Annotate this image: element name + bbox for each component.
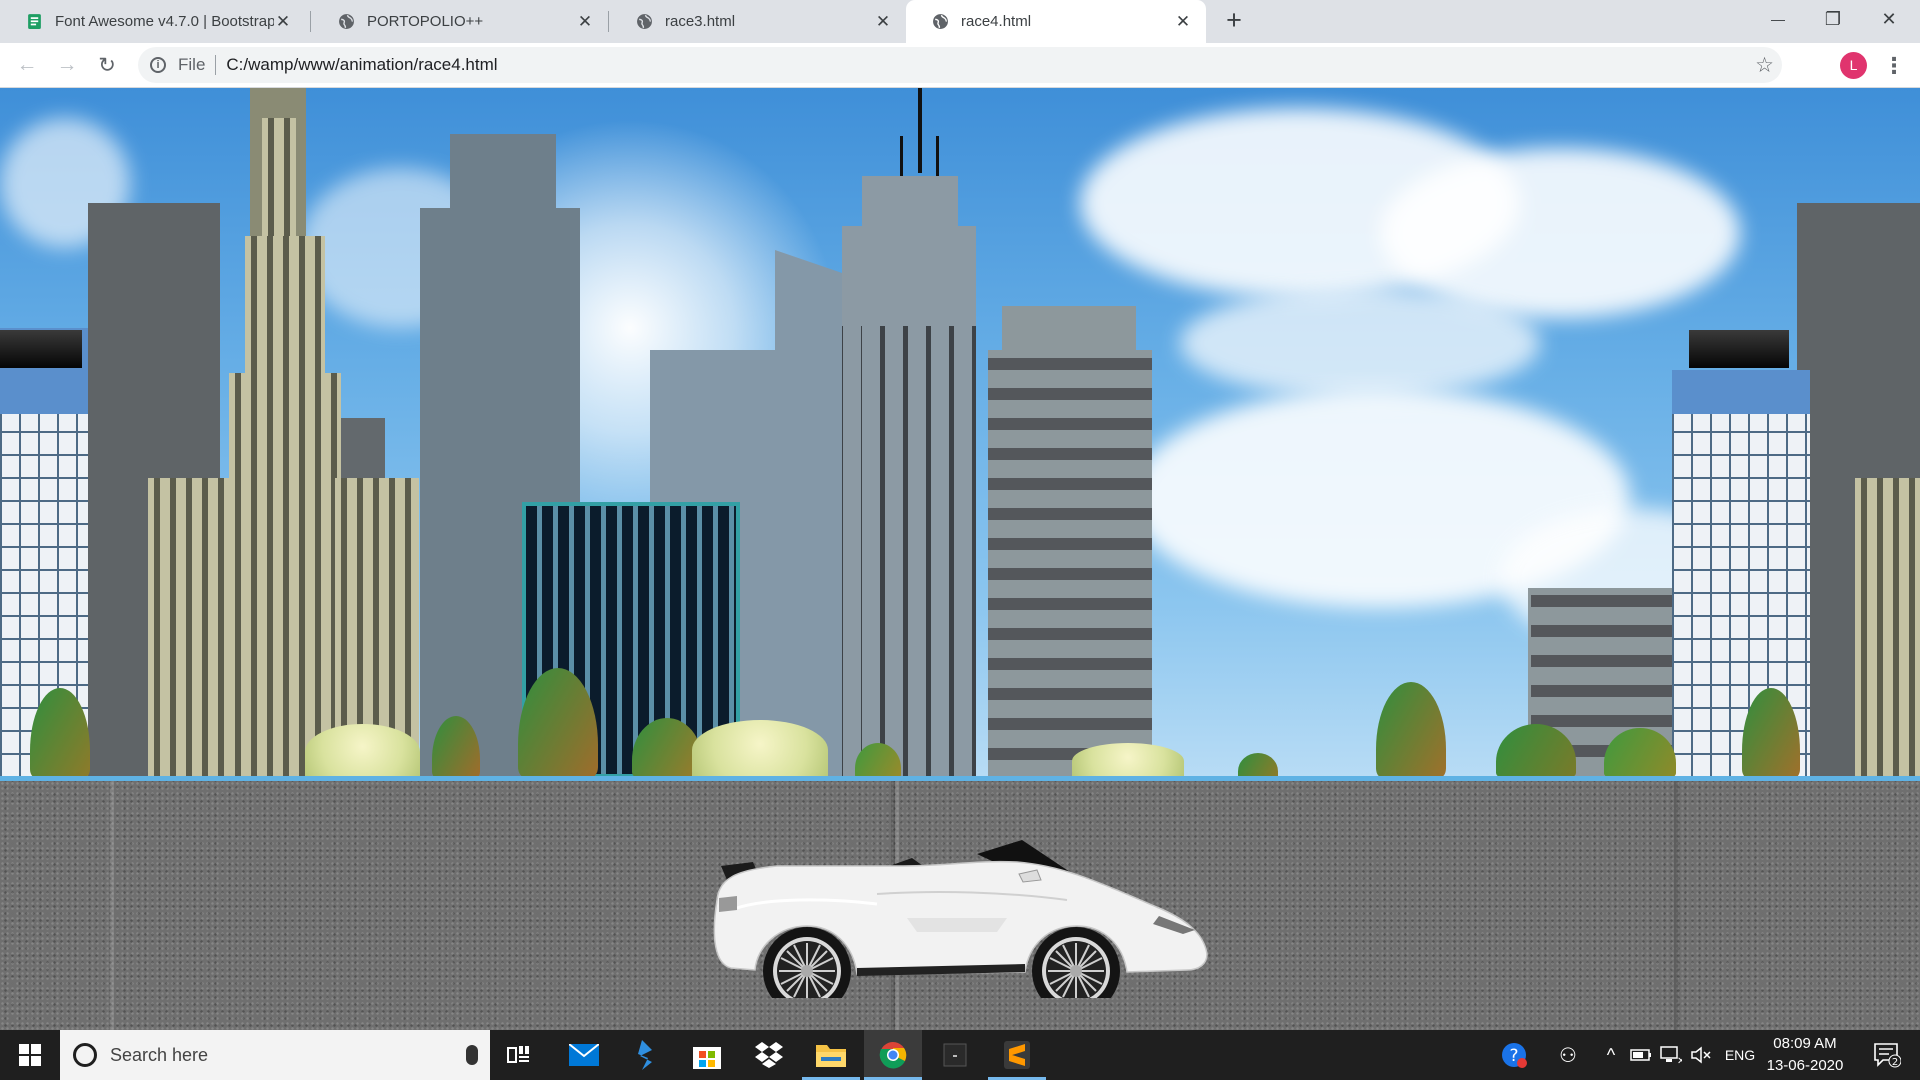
globe-icon [933,14,948,29]
antenna [900,136,903,178]
taskbar-search-box[interactable]: Search here [60,1030,490,1080]
forward-button[interactable]: → [51,49,83,81]
profile-avatar[interactable]: L [1840,52,1867,79]
tab-close-icon[interactable]: ✕ [1174,12,1192,32]
tab-race4[interactable]: race4.html ✕ [906,0,1206,43]
mail-icon[interactable] [555,1030,613,1080]
help-icon[interactable]: ? [1496,1030,1532,1080]
back-button[interactable]: ← [11,49,43,81]
chrome-icon[interactable] [864,1030,922,1080]
tab-close-icon[interactable]: ✕ [274,12,292,32]
chevron-up-icon[interactable]: ^ [1598,1030,1624,1080]
browser-tab-strip: Font Awesome v4.7.0 | Bootstrap ✕ PORTOP… [0,0,1920,43]
building [1855,478,1920,778]
tab-race3[interactable]: race3.html ✕ [610,0,906,43]
browser-toolbar: ← → ↻ i File C:/wamp/www/animation/race4… [0,43,1920,88]
globe-icon [637,14,652,29]
tab-divider [310,11,311,32]
store-icon[interactable] [678,1030,736,1080]
dropbox-icon[interactable] [740,1030,798,1080]
clock-time: 08:09 AM [1773,1035,1837,1052]
building-roof [0,330,82,368]
building-roof [1689,330,1789,368]
visual-studio-icon[interactable] [617,1030,675,1080]
address-bar[interactable]: i File C:/wamp/www/animation/race4.html … [138,47,1782,83]
cloud [1180,288,1540,398]
minimize-button[interactable]: — [1755,0,1801,38]
site-info-icon[interactable]: i [150,57,166,73]
car-icon [713,840,1208,998]
volume-muted-icon[interactable] [1686,1030,1716,1080]
tab-portopolio[interactable]: PORTOPOLIO++ ✕ [312,0,608,43]
building [842,226,976,326]
bush [305,724,420,780]
document-icon [28,14,41,29]
notification-count: 2 [1892,1057,1898,1068]
maximize-button[interactable]: ❐ [1810,0,1856,38]
wheel-front [1032,927,1120,998]
search-placeholder: Search here [110,1044,209,1065]
close-window-button[interactable]: ✕ [1866,0,1912,38]
page-viewport [0,88,1920,1030]
browser-menu-icon[interactable]: ⋮ [1883,52,1905,79]
windows-logo-icon [19,1044,41,1066]
svg-text:✕: ✕ [1677,1056,1682,1064]
tab-close-icon[interactable]: ✕ [576,12,594,32]
microphone-icon[interactable] [466,1045,478,1065]
tab-title: race3.html [665,13,736,30]
clock-date: 13-06-2020 [1766,1057,1844,1074]
language-indicator[interactable]: ENG [1720,1030,1760,1080]
building [1002,306,1136,356]
tab-font-awesome[interactable]: Font Awesome v4.7.0 | Bootstrap ✕ [0,0,306,43]
battery-icon[interactable] [1626,1030,1656,1080]
new-tab-button[interactable]: + [1219,6,1249,36]
cortana-icon [73,1043,97,1067]
file-explorer-icon[interactable] [802,1030,860,1080]
tab-title: PORTOPOLIO++ [367,13,484,30]
terminal-icon[interactable] [926,1030,984,1080]
url-text[interactable]: C:/wamp/www/animation/race4.html [226,55,497,75]
building [450,134,556,214]
windows-taskbar: Search here ? ⚇ ^ ✕ ENG 08:09 AM 13-06-2… [0,1030,1920,1080]
tab-close-icon[interactable]: ✕ [874,12,892,32]
url-scheme-label: File [178,55,206,74]
bookmark-star-icon[interactable]: ☆ [1755,53,1774,78]
building [229,373,341,778]
tab-title: race4.html [961,13,1032,30]
notification-center-icon[interactable]: 2 [1862,1030,1912,1080]
wheel-rear [763,927,851,998]
antenna [918,88,922,173]
tab-title: Font Awesome v4.7.0 | Bootstrap [55,13,274,30]
globe-icon [339,14,354,29]
reload-button[interactable]: ↻ [91,49,123,81]
network-icon[interactable]: ✕ [1656,1030,1686,1080]
antenna [936,136,939,178]
tab-divider [608,11,609,32]
start-button[interactable] [0,1030,60,1080]
system-clock[interactable]: 08:09 AM 13-06-2020 [1760,1033,1850,1077]
building [148,478,232,778]
task-view-icon[interactable] [490,1030,548,1080]
sublime-text-icon[interactable] [988,1030,1046,1080]
building [988,350,1152,778]
people-icon[interactable]: ⚇ [1550,1030,1586,1080]
omnibox-divider [215,55,217,75]
